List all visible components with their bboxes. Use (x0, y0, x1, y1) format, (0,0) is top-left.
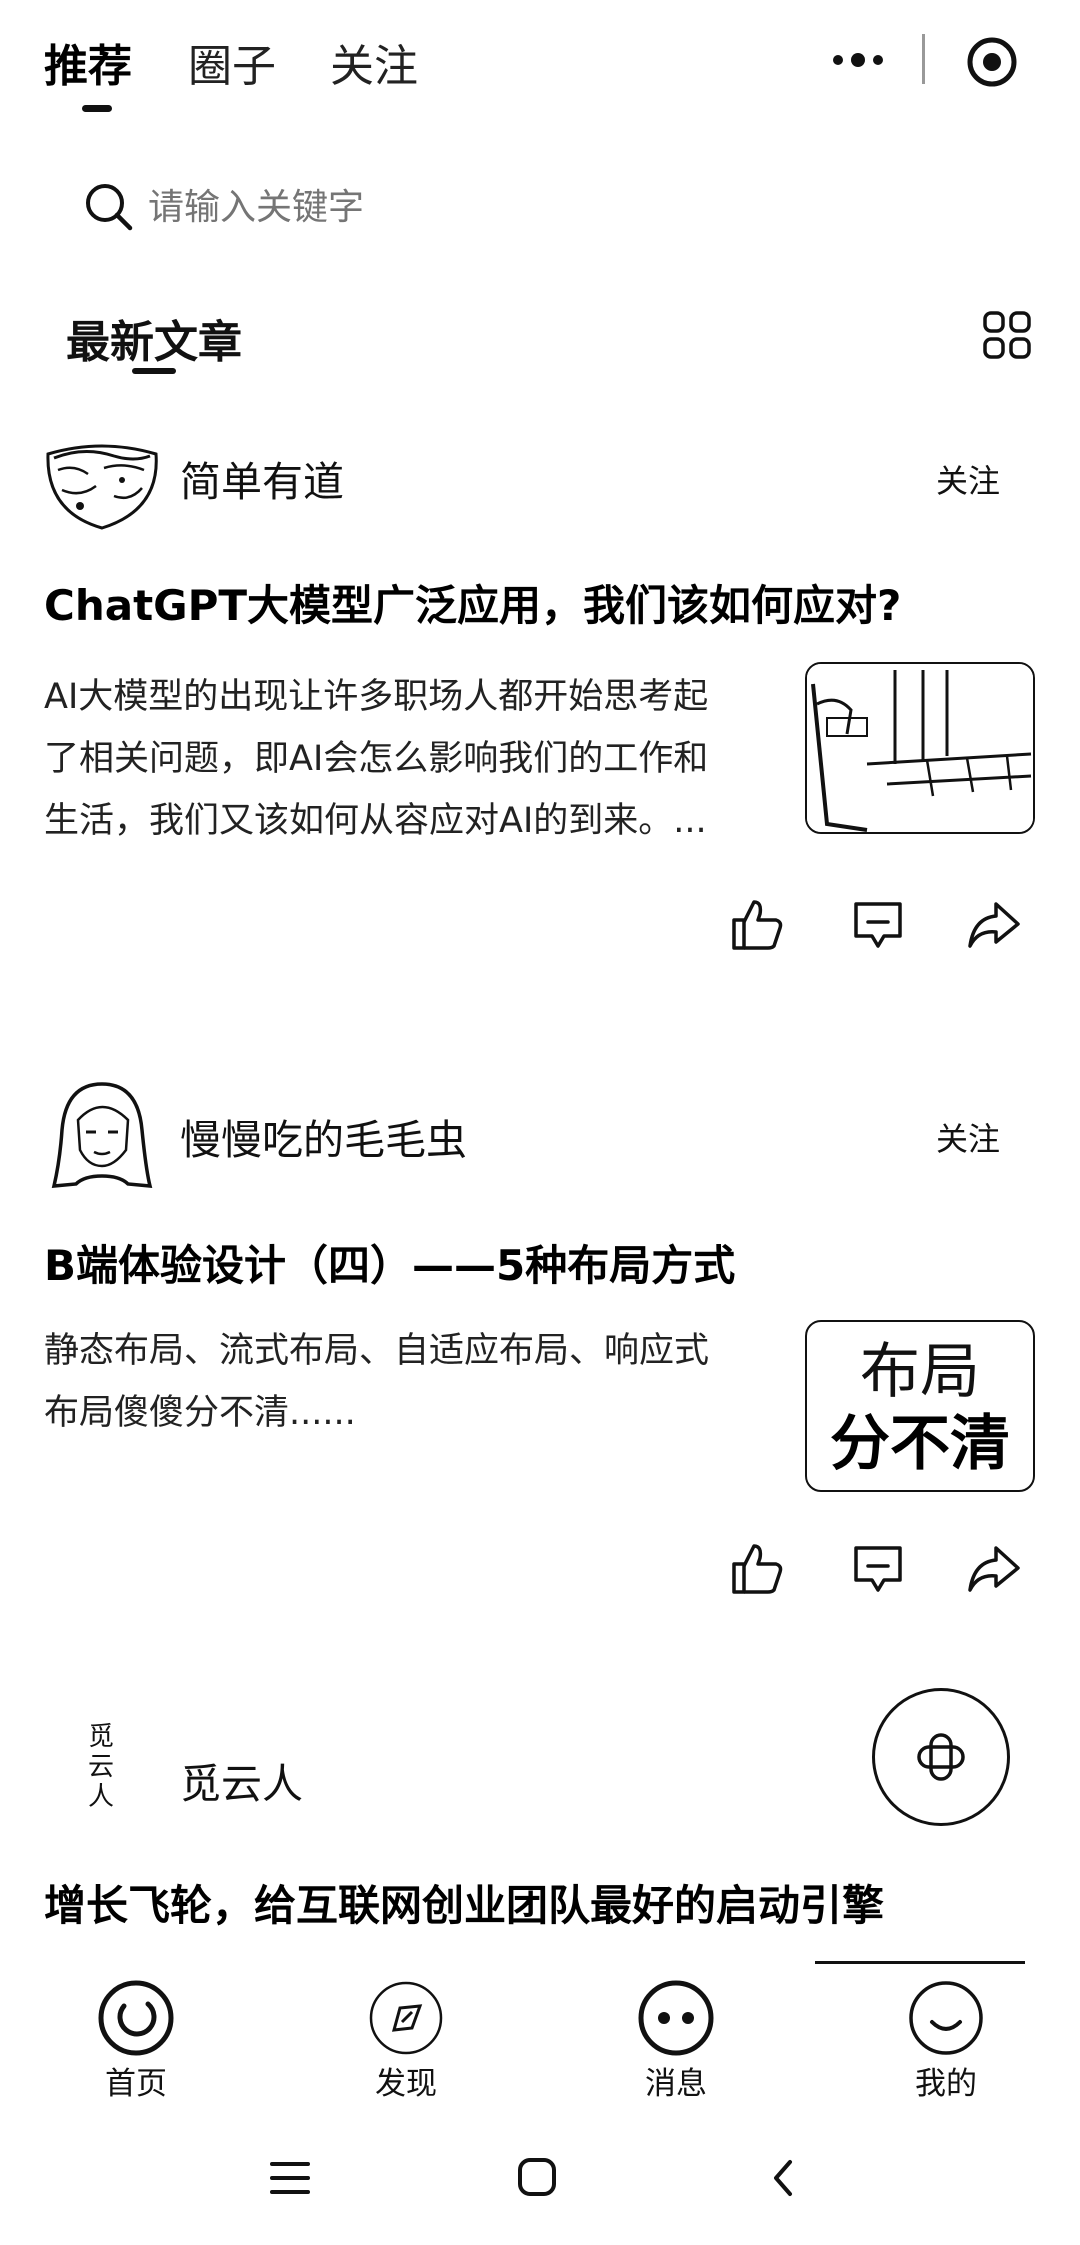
author-avatar[interactable] (50, 1080, 154, 1192)
tab-circles[interactable]: 圈子 (188, 30, 276, 94)
follow-button[interactable]: 关注 (936, 456, 1000, 502)
capsule-divider (922, 34, 925, 84)
summary-line: 静态布局、流式布局、自适应布局、响应式 (44, 1331, 710, 1371)
comment-icon[interactable] (850, 1540, 906, 1596)
summary-line: AI大模型的出现让许多职场人都开始思考起 (44, 677, 709, 717)
author-avatar[interactable]: 觅云人 (86, 1722, 116, 1812)
plus-icon (917, 1733, 965, 1781)
target-icon[interactable] (966, 36, 1018, 88)
grid-icon[interactable] (982, 310, 1032, 360)
tab-recommend[interactable]: 推荐 (44, 30, 132, 94)
menu-icon[interactable] (268, 2158, 312, 2198)
author-avatar[interactable] (44, 440, 160, 532)
profile-smile-icon (906, 1978, 1016, 2058)
nav-label: 发现 (375, 2066, 437, 2102)
nav-label: 消息 (645, 2066, 707, 2102)
message-icon (636, 1978, 746, 2058)
search-icon[interactable] (82, 180, 136, 234)
article-thumbnail[interactable]: 布局 分不清 (805, 1320, 1035, 1492)
nav-label: 首页 (105, 2066, 167, 2102)
article-thumbnail[interactable] (805, 662, 1035, 834)
active-tab-indicator (82, 105, 112, 112)
section-title-indicator (132, 368, 176, 374)
bottom-nav-indicator (815, 1961, 1025, 1964)
home-square-icon[interactable] (516, 2156, 558, 2198)
like-icon[interactable] (728, 1540, 784, 1596)
share-icon[interactable] (966, 896, 1022, 952)
discover-icon (366, 1978, 476, 2058)
share-icon[interactable] (966, 1540, 1022, 1596)
nav-profile[interactable]: 我的 (876, 1978, 1016, 2103)
section-title: 最新文章 (66, 317, 242, 368)
thumbnail-text: 分不清 (830, 1409, 1010, 1479)
nav-discover[interactable]: 发现 (336, 1978, 476, 2103)
article-summary[interactable]: AI大模型的出现让许多职场人都开始思考起 了相关问题，即AI会怎么影响我们的工作… (44, 666, 804, 852)
back-chevron-icon[interactable] (768, 2156, 798, 2200)
author-name[interactable]: 觅云人 (180, 1750, 303, 1810)
avatar-text: 觅云人 (86, 1722, 116, 1812)
search-input[interactable] (148, 180, 708, 234)
tab-following[interactable]: 关注 (330, 30, 418, 94)
summary-line: 了相关问题，即AI会怎么影响我们的工作和 (44, 739, 709, 779)
follow-button[interactable]: 关注 (936, 1114, 1000, 1160)
article-summary[interactable]: 静态布局、流式布局、自适应布局、响应式 布局傻傻分不清...... (44, 1320, 804, 1444)
more-dots-icon[interactable] (830, 40, 886, 80)
floating-add-button[interactable] (872, 1688, 1010, 1826)
nav-home[interactable]: 首页 (66, 1978, 206, 2103)
like-icon[interactable] (728, 896, 784, 952)
article-title[interactable]: 增长飞轮，给互联网创业团队最好的启动引擎 (44, 1872, 884, 1933)
article-title[interactable]: ChatGPT大模型广泛应用，我们该如何应对? (44, 572, 901, 633)
author-name[interactable]: 慢慢吃的毛毛虫 (180, 1106, 467, 1166)
nav-label: 我的 (915, 2066, 977, 2102)
nav-messages[interactable]: 消息 (606, 1978, 746, 2103)
thumbnail-text: 布局 (860, 1337, 980, 1407)
comment-icon[interactable] (850, 896, 906, 952)
home-smile-icon (96, 1978, 206, 2058)
author-name[interactable]: 简单有道 (180, 448, 344, 508)
article-title[interactable]: B端体验设计（四）——5种布局方式 (44, 1232, 735, 1293)
summary-line: 布局傻傻分不清...... (44, 1393, 356, 1433)
summary-line: 生活，我们又该如何从容应对AI的到来。... (44, 801, 707, 841)
